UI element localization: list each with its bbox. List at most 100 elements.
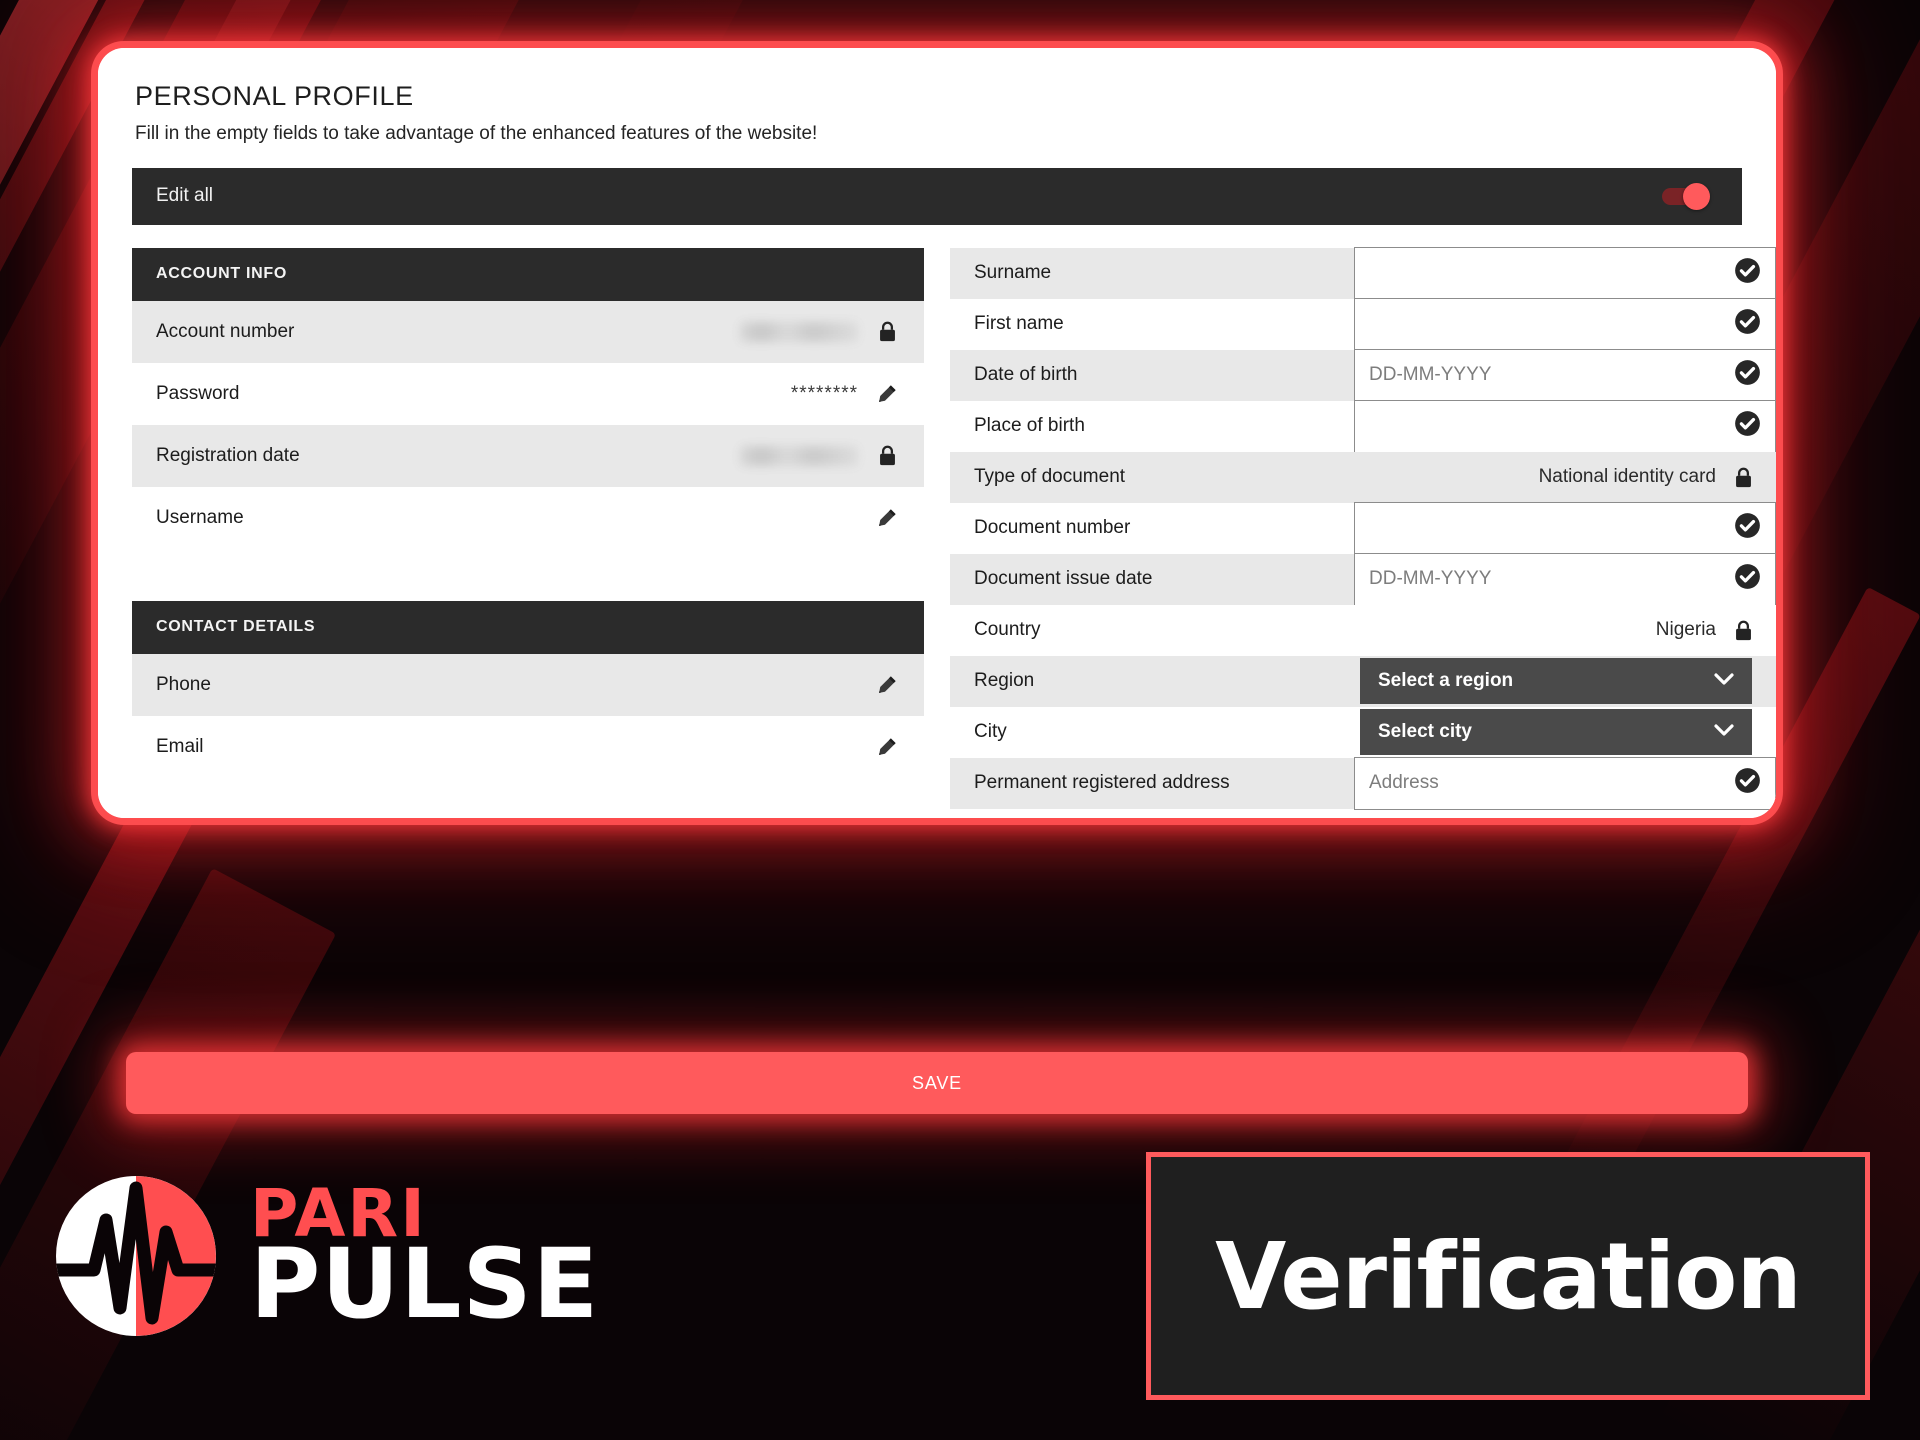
section-spacer xyxy=(132,548,924,575)
verification-badge: Verification xyxy=(1146,1152,1870,1400)
field-control: Address xyxy=(1354,756,1776,810)
chevron-down-icon xyxy=(1714,721,1734,743)
field-control: Select a region xyxy=(1354,655,1776,707)
password-masked-value: ******** xyxy=(790,382,858,404)
row-phone[interactable]: Phone xyxy=(132,653,924,716)
input-placeholder: DD-MM-YYYY xyxy=(1369,568,1492,590)
row-password[interactable]: Password ******** xyxy=(132,362,924,425)
field-label: Place of birth xyxy=(950,400,1354,452)
field-label: Surname xyxy=(950,247,1354,299)
right-column: Surname First name Date of birth DD-MM-Y… xyxy=(950,246,1776,810)
field-surname: Surname xyxy=(950,246,1776,300)
first-name-input[interactable] xyxy=(1354,297,1776,351)
input-placeholder: Address xyxy=(1369,772,1439,794)
pencil-icon[interactable] xyxy=(874,674,900,696)
edit-all-label: Edit all xyxy=(156,185,214,207)
edit-all-toggle[interactable] xyxy=(1662,183,1718,211)
lock-icon xyxy=(1730,466,1756,489)
save-button[interactable]: SAVE xyxy=(126,1052,1748,1114)
field-label: Document number xyxy=(950,502,1354,554)
check-circle-icon xyxy=(1734,308,1761,340)
row-label: Phone xyxy=(156,673,211,695)
field-control: DD-MM-YYYY xyxy=(1354,552,1776,606)
field-label: Type of document xyxy=(950,451,1354,503)
field-permanent-registered-address: Permanent registered address Address xyxy=(950,756,1776,810)
lock-icon xyxy=(1730,619,1756,642)
brand-logo: PARI PULSE xyxy=(48,1168,599,1344)
type-of-document-value-wrap: National identity card xyxy=(1354,466,1776,489)
field-control xyxy=(1354,399,1776,453)
row-label: Password xyxy=(156,382,240,404)
field-control: DD-MM-YYYY xyxy=(1354,348,1776,402)
chevron-down-icon xyxy=(1714,670,1734,692)
check-circle-icon xyxy=(1734,257,1761,289)
row-label: Account number xyxy=(156,320,295,342)
city-select-value: Select city xyxy=(1378,720,1472,742)
field-label: Permanent registered address xyxy=(950,757,1354,809)
row-label: Registration date xyxy=(156,444,300,466)
page-title: PERSONAL PROFILE xyxy=(135,81,414,111)
readonly-value: National identity card xyxy=(1538,466,1716,488)
toggle-knob[interactable] xyxy=(1683,183,1710,211)
verification-label: Verification xyxy=(1215,1222,1802,1330)
field-label: City xyxy=(950,706,1354,758)
field-label: Country xyxy=(950,604,1354,656)
date-of-birth-input[interactable]: DD-MM-YYYY xyxy=(1354,348,1776,402)
field-first-name: First name xyxy=(950,297,1776,351)
field-document-issue-date: Document issue date DD-MM-YYYY xyxy=(950,552,1776,606)
profile-columns: ACCOUNT INFO Account number Password ***… xyxy=(132,246,1776,810)
personal-profile-card: PERSONAL PROFILE Fill in the empty field… xyxy=(98,48,1776,818)
field-type-of-document: Type of document National identity card xyxy=(950,451,1776,503)
check-circle-icon xyxy=(1734,767,1761,799)
pencil-icon[interactable] xyxy=(874,736,900,758)
field-label: First name xyxy=(950,298,1354,350)
address-input[interactable]: Address xyxy=(1354,756,1776,810)
section-header-account-info: ACCOUNT INFO xyxy=(132,247,924,301)
pencil-icon[interactable] xyxy=(874,383,900,405)
blurred-account-number-value xyxy=(740,321,858,342)
document-issue-date-input[interactable]: DD-MM-YYYY xyxy=(1354,552,1776,606)
readonly-value: Nigeria xyxy=(1655,619,1716,641)
brand-name-bottom: PULSE xyxy=(250,1228,600,1341)
row-registration-date[interactable]: Registration date xyxy=(132,424,924,487)
page-background: PERSONAL PROFILE Fill in the empty field… xyxy=(0,0,1920,1440)
field-city: City Select city xyxy=(950,706,1776,758)
section-header-contact-details: CONTACT DETAILS xyxy=(132,600,924,654)
left-column: ACCOUNT INFO Account number Password ***… xyxy=(132,247,924,809)
region-select[interactable]: Select a region xyxy=(1360,657,1752,704)
place-of-birth-input[interactable] xyxy=(1354,399,1776,453)
check-circle-icon xyxy=(1734,359,1761,391)
field-control: National identity card xyxy=(1354,451,1776,503)
field-label: Region xyxy=(950,655,1354,707)
edit-all-bar[interactable]: Edit all xyxy=(132,167,1742,225)
field-control xyxy=(1354,297,1776,351)
input-placeholder: DD-MM-YYYY xyxy=(1369,364,1492,386)
row-username[interactable]: Username xyxy=(132,486,924,549)
region-select-value: Select a region xyxy=(1378,669,1514,691)
field-region: Region Select a region xyxy=(950,655,1776,707)
lock-icon xyxy=(874,444,900,467)
field-control xyxy=(1354,246,1776,300)
row-label: Email xyxy=(156,735,204,757)
pencil-icon[interactable] xyxy=(874,507,900,529)
check-circle-icon xyxy=(1734,512,1761,544)
field-control xyxy=(1354,501,1776,555)
page-subtitle: Fill in the empty fields to take advanta… xyxy=(135,122,818,144)
check-circle-icon xyxy=(1734,563,1761,595)
field-label: Date of birth xyxy=(950,349,1354,401)
row-account-number[interactable]: Account number xyxy=(132,300,924,363)
field-place-of-birth: Place of birth xyxy=(950,399,1776,453)
brand-wordmark: PARI PULSE xyxy=(250,1181,600,1341)
section-spacer xyxy=(132,574,924,601)
row-label: Username xyxy=(156,506,244,528)
field-label: Document issue date xyxy=(950,553,1354,605)
field-control: Nigeria xyxy=(1354,604,1776,656)
field-country: Country Nigeria xyxy=(950,604,1776,656)
lock-icon xyxy=(874,320,900,343)
city-select[interactable]: Select city xyxy=(1360,708,1752,755)
surname-input[interactable] xyxy=(1354,246,1776,300)
document-number-input[interactable] xyxy=(1354,501,1776,555)
row-email[interactable]: Email xyxy=(132,715,924,778)
field-date-of-birth: Date of birth DD-MM-YYYY xyxy=(950,348,1776,402)
check-circle-icon xyxy=(1734,410,1761,442)
